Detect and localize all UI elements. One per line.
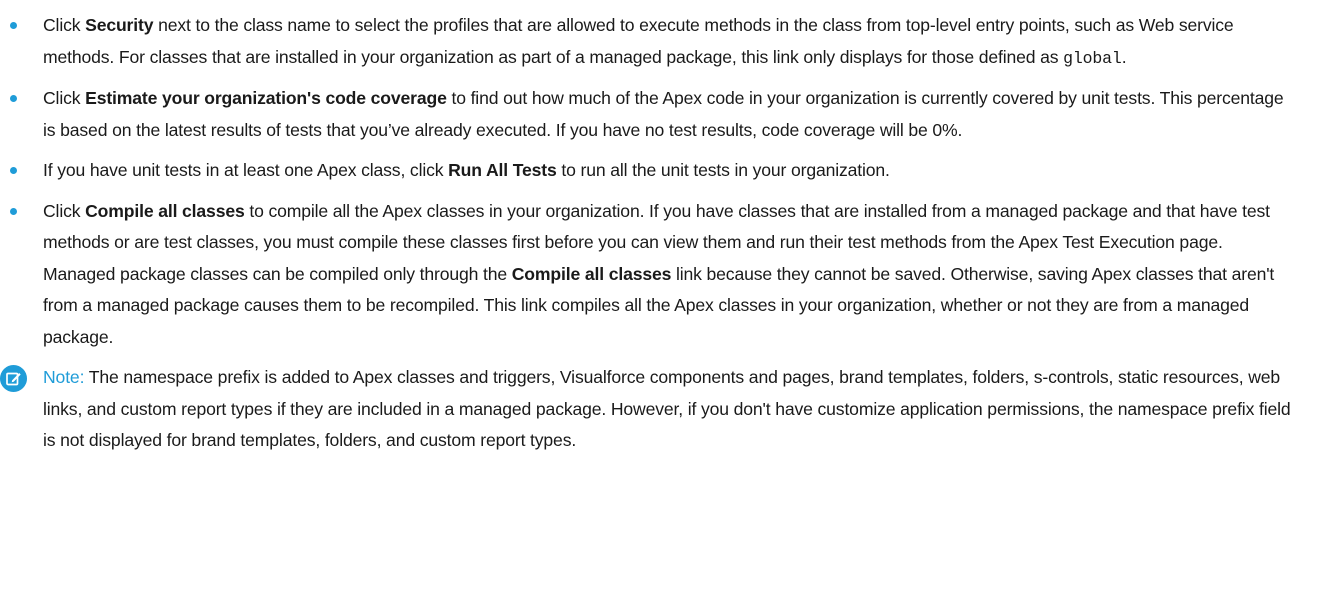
bullet-icon — [10, 22, 17, 29]
item-text-prefix: Click — [43, 15, 86, 35]
documentation-page: Click Security next to the class name to… — [0, 0, 1317, 598]
list-item-run-all-tests: If you have unit tests in at least one A… — [0, 155, 1299, 187]
note-label: Note: — [43, 367, 85, 387]
bullet-icon — [10, 95, 17, 102]
item-text-prefix: Click — [43, 200, 86, 221]
item-text-body: to run all the unit tests in your organi… — [556, 160, 890, 180]
bullet-list: Click Security next to the class name to… — [0, 10, 1299, 353]
bullet-icon — [10, 207, 17, 215]
list-item-compile-all: Click Compile all classes to compile all… — [0, 196, 1299, 354]
item-text-suffix: . — [1121, 46, 1127, 67]
estimate-coverage-label: Estimate your organization's code covera… — [85, 88, 447, 108]
note-text: The namespace prefix is added to Apex cl… — [43, 367, 1291, 450]
item-text-prefix: If you have unit tests in at least one A… — [43, 160, 449, 180]
bullet-icon — [10, 167, 17, 174]
compile-all-label-2: Compile all classes — [511, 263, 672, 284]
list-item-security: Click Security next to the class name to… — [0, 10, 1299, 74]
note-callout: Note: The namespace prefix is added to A… — [0, 362, 1299, 457]
security-link-label: Security — [85, 15, 154, 35]
item-text-body: next to the class name to select the pro… — [43, 15, 1234, 67]
edit-note-icon — [0, 365, 27, 392]
compile-all-label: Compile all classes — [85, 200, 245, 221]
run-all-tests-label: Run All Tests — [448, 160, 557, 180]
code-keyword: global — [1063, 48, 1122, 68]
item-text-prefix: Click — [43, 88, 86, 108]
list-item-code-coverage: Click Estimate your organization's code … — [0, 83, 1299, 146]
